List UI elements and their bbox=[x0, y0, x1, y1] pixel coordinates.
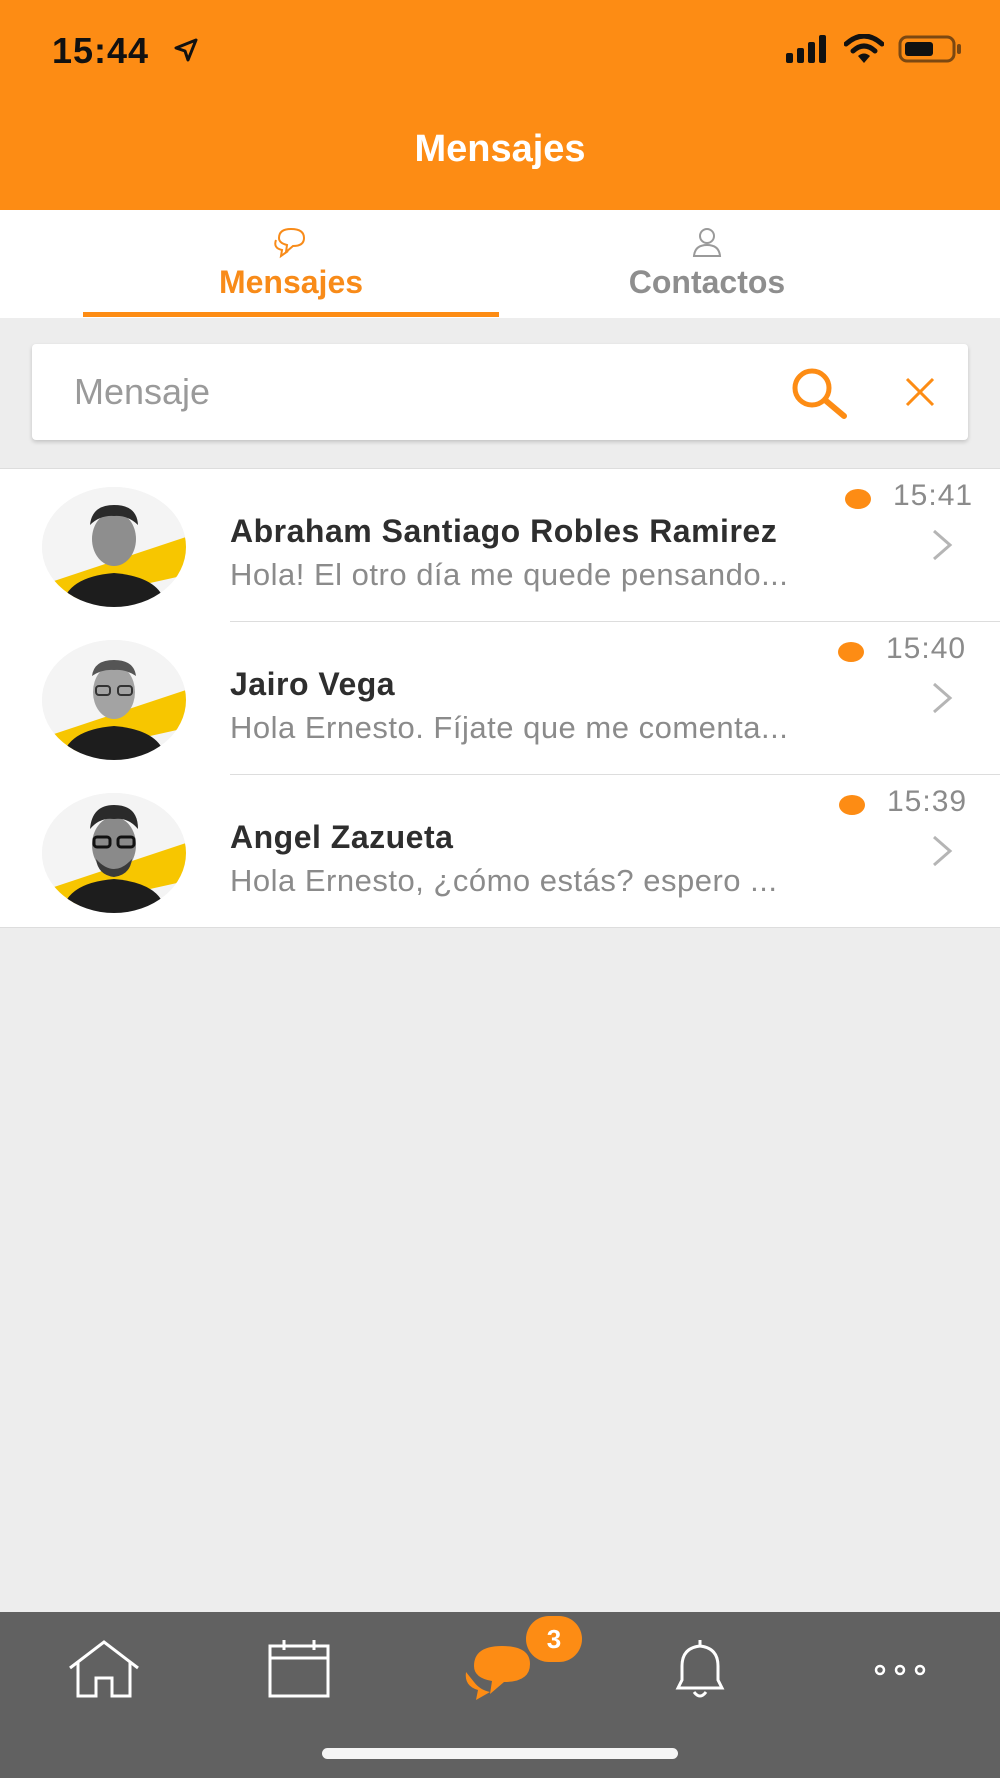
tab-contactos[interactable]: Contactos bbox=[499, 210, 915, 318]
unread-dot bbox=[839, 795, 865, 815]
app-header: 15:44 Mensajes bbox=[0, 0, 1000, 210]
avatar bbox=[42, 640, 186, 760]
chevron-right-icon bbox=[933, 835, 953, 867]
home-icon[interactable] bbox=[64, 1638, 144, 1702]
location-arrow-icon bbox=[174, 38, 198, 62]
close-icon[interactable] bbox=[904, 376, 936, 408]
bell-icon[interactable] bbox=[660, 1638, 740, 1702]
message-preview: Hola Ernesto. Fíjate que me comenta... bbox=[230, 710, 789, 745]
conversation-row[interactable]: Angel Zazueta Hola Ernesto, ¿cómo estás?… bbox=[0, 775, 1000, 928]
message-time: 15:41 bbox=[893, 479, 974, 512]
home-indicator bbox=[322, 1748, 678, 1759]
tab-mensajes[interactable]: Mensajes bbox=[83, 210, 499, 318]
active-tab-indicator bbox=[83, 312, 499, 317]
contact-name: Jairo Vega bbox=[230, 666, 396, 702]
tab-label-contactos: Contactos bbox=[628, 264, 786, 300]
page-title: Mensajes bbox=[414, 128, 586, 170]
person-icon bbox=[692, 228, 722, 257]
avatar bbox=[42, 793, 186, 913]
chevron-right-icon bbox=[933, 682, 953, 714]
battery-icon bbox=[898, 35, 961, 63]
status-time: 15:44 bbox=[52, 30, 150, 71]
message-time: 15:40 bbox=[886, 632, 967, 665]
unread-dot bbox=[845, 489, 871, 509]
message-preview: Hola Ernesto, ¿cómo estás? espero ... bbox=[230, 863, 778, 898]
unread-count-badge: 3 bbox=[526, 1616, 582, 1662]
search-input[interactable] bbox=[74, 362, 754, 422]
wifi-icon bbox=[844, 34, 884, 63]
status-indicators bbox=[786, 34, 962, 64]
contact-name: Angel Zazueta bbox=[230, 819, 454, 855]
tab-label-mensajes: Mensajes bbox=[218, 264, 364, 300]
message-time: 15:39 bbox=[887, 785, 968, 818]
avatar bbox=[42, 487, 186, 607]
chat-bubbles-icon bbox=[274, 227, 306, 259]
more-icon[interactable] bbox=[860, 1638, 940, 1702]
conversation-list: Abraham Santiago Robles Ramirez Hola! El… bbox=[0, 468, 1000, 928]
chevron-right-icon bbox=[933, 529, 953, 561]
signal-icon bbox=[786, 35, 826, 63]
contact-name: Abraham Santiago Robles Ramirez bbox=[230, 513, 778, 549]
search-bar bbox=[32, 344, 968, 440]
segment-tabs: Mensajes Contactos bbox=[0, 210, 1000, 318]
unread-dot bbox=[838, 642, 864, 662]
conversation-row[interactable]: Abraham Santiago Robles Ramirez Hola! El… bbox=[0, 469, 1000, 622]
message-preview: Hola! El otro día me quede pensando... bbox=[230, 557, 789, 592]
conversation-row[interactable]: Jairo Vega Hola Ernesto. Fíjate que me c… bbox=[0, 622, 1000, 775]
calendar-icon[interactable] bbox=[259, 1638, 339, 1702]
search-icon[interactable] bbox=[788, 366, 850, 420]
